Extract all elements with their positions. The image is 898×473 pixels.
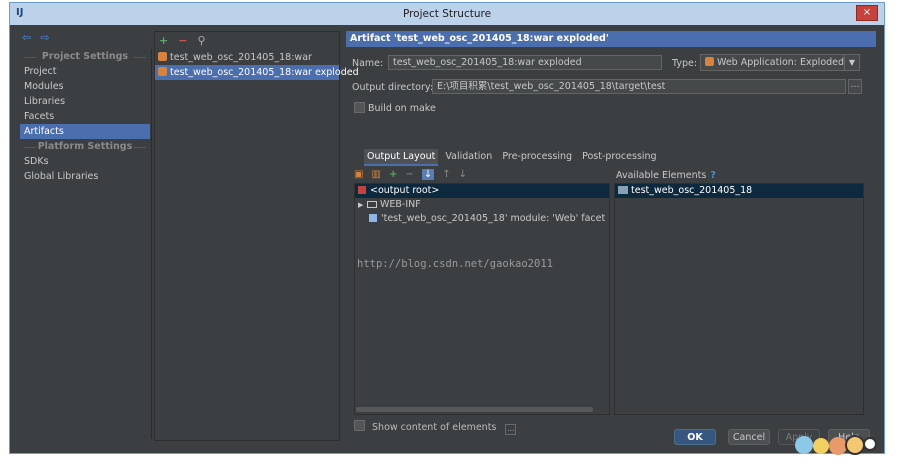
tree-item-label: 'test_web_osc_201405_18' module: 'Web' f… [381, 213, 609, 224]
platform-settings-header: Platform Settings [20, 139, 150, 154]
available-elements-label: Available Elements? [616, 170, 716, 181]
tree-item-web-inf[interactable]: ▶ WEB-INF [355, 198, 609, 212]
tab-pre-processing[interactable]: Pre-processing [499, 149, 575, 164]
window-title: Project Structure [402, 8, 492, 20]
available-item-module[interactable]: test_web_osc_201405_18 [615, 184, 863, 198]
build-on-make-row: Build on make [352, 100, 876, 116]
type-label: Type: [672, 58, 698, 69]
dialog-body: ⇦ ⇨ Project Settings Project Modules Lib… [16, 27, 878, 447]
tab-validation[interactable]: Validation [442, 149, 495, 164]
tab-output-layout[interactable]: Output Layout [364, 149, 439, 166]
logo-bubble-yellow [813, 438, 829, 454]
decorative-logo-image [793, 434, 879, 456]
title-bar: IJ Project Structure × [10, 3, 884, 25]
show-content-checkbox[interactable] [354, 420, 365, 431]
logo-eye-icon [863, 437, 877, 451]
artifact-item-war[interactable]: test_web_osc_201405_18:war [155, 50, 339, 65]
close-button[interactable]: × [856, 5, 878, 21]
available-elements-tree: test_web_osc_201405_18 [614, 183, 864, 415]
sidebar-item-facets[interactable]: Facets [20, 109, 150, 124]
artifact-detail-header: Artifact 'test_web_osc_201405_18:war exp… [346, 31, 876, 47]
output-root-icon [358, 186, 366, 194]
nav-toolbar: ⇦ ⇨ [22, 31, 150, 45]
detail-splitter[interactable] [342, 31, 345, 441]
type-select[interactable]: Web Application: Exploded ▼ [700, 54, 860, 71]
sidebar-item-modules[interactable]: Modules [20, 79, 150, 94]
tree-item-web-facet[interactable]: 'test_web_osc_201405_18' module: 'Web' f… [355, 212, 609, 226]
name-label: Name: [352, 58, 384, 69]
artifact-list-toolbar: + − ⚲ [155, 32, 339, 50]
tree-item-label: <output root> [370, 185, 440, 196]
available-item-label: test_web_osc_201405_18 [631, 185, 753, 196]
search-icon[interactable]: ⚲ [198, 34, 206, 47]
war-artifact-icon [705, 57, 714, 66]
output-dir-row: Output directory: E:\项目积累\test_web_osc_2… [352, 79, 876, 95]
expand-arrow-icon[interactable]: ▶ [358, 198, 367, 212]
move-down-icon[interactable]: ↓ [459, 169, 467, 180]
name-field[interactable]: test_web_osc_201405_18:war exploded [388, 55, 662, 70]
remove-icon[interactable]: − [178, 34, 187, 47]
web-facet-icon [369, 214, 377, 222]
sidebar-item-global-libraries[interactable]: Global Libraries [20, 169, 150, 184]
watermark-text: http://blog.csdn.net/gaokao2011 [357, 258, 553, 270]
settings-sidebar: Project Settings Project Modules Librari… [20, 49, 150, 439]
artifact-item-war-exploded[interactable]: test_web_osc_201405_18:war exploded [155, 65, 359, 80]
build-on-make-checkbox[interactable] [354, 102, 365, 113]
output-dir-field[interactable]: E:\项目积累\test_web_osc_201405_18\target\te… [432, 79, 846, 94]
output-layout-toolbar: ▣ ▥ + − ↓ ↑ ↓ [354, 169, 472, 183]
add-copy-icon[interactable]: + [389, 169, 397, 180]
chevron-down-icon: ▼ [844, 55, 859, 70]
sidebar-item-project[interactable]: Project [20, 64, 150, 79]
show-content-row: Show content of elements … [354, 419, 517, 435]
output-layout-tree: <output root> ▶ WEB-INF 'test_web_osc_201… [354, 183, 610, 415]
tree-item-output-root[interactable]: <output root> [355, 184, 609, 198]
build-on-make-label: Build on make [368, 103, 436, 114]
artifact-list-panel: + − ⚲ test_web_osc_201405_18:war test_we… [154, 31, 359, 441]
arrow-left-icon[interactable]: ⇦ [22, 31, 31, 44]
logo-bubble-blue [795, 436, 813, 454]
arrow-right-icon[interactable]: ⇨ [40, 31, 49, 44]
cancel-button[interactable]: Cancel [728, 429, 770, 445]
show-content-label: Show content of elements [372, 422, 497, 433]
logo-face-icon [845, 435, 865, 455]
artifact-tabs: Output Layout Validation Pre-processing … [364, 149, 661, 166]
remove-element-icon[interactable]: − [405, 169, 413, 180]
tree-item-label: WEB-INF [380, 199, 421, 210]
sort-icon[interactable]: ↓ [421, 169, 435, 180]
sidebar-item-artifacts[interactable]: Artifacts [20, 124, 150, 139]
sidebar-item-libraries[interactable]: Libraries [20, 94, 150, 109]
new-archive-icon[interactable]: ▥ [371, 169, 380, 180]
module-icon [618, 186, 628, 194]
move-up-icon[interactable]: ↑ [442, 169, 450, 180]
war-artifact-icon [158, 52, 167, 61]
artifact-item-label: test_web_osc_201405_18:war exploded [170, 67, 359, 78]
ok-button[interactable]: OK [674, 429, 716, 445]
tab-post-processing[interactable]: Post-processing [579, 149, 660, 164]
new-directory-icon[interactable]: ▣ [354, 169, 363, 180]
artifact-item-label: test_web_osc_201405_18:war [170, 52, 312, 63]
add-icon[interactable]: + [159, 34, 168, 47]
war-artifact-icon [158, 67, 167, 76]
help-icon[interactable]: ? [710, 170, 716, 181]
project-settings-header: Project Settings [20, 49, 150, 64]
browse-button[interactable]: … [848, 79, 862, 94]
sidebar-item-sdks[interactable]: SDKs [20, 154, 150, 169]
output-dir-label: Output directory: [352, 82, 434, 93]
show-content-options-button[interactable]: … [505, 424, 517, 435]
horizontal-scrollbar[interactable] [356, 407, 593, 412]
type-select-value: Web Application: Exploded [717, 57, 845, 68]
artifact-detail-panel: Artifact 'test_web_osc_201405_18:war exp… [346, 31, 876, 441]
name-row: Name: test_web_osc_201405_18:war explode… [352, 54, 876, 71]
available-elements-text: Available Elements [616, 170, 707, 181]
folder-icon [367, 201, 377, 208]
project-structure-window: IJ Project Structure × ⇦ ⇨ Project Setti… [9, 2, 885, 454]
